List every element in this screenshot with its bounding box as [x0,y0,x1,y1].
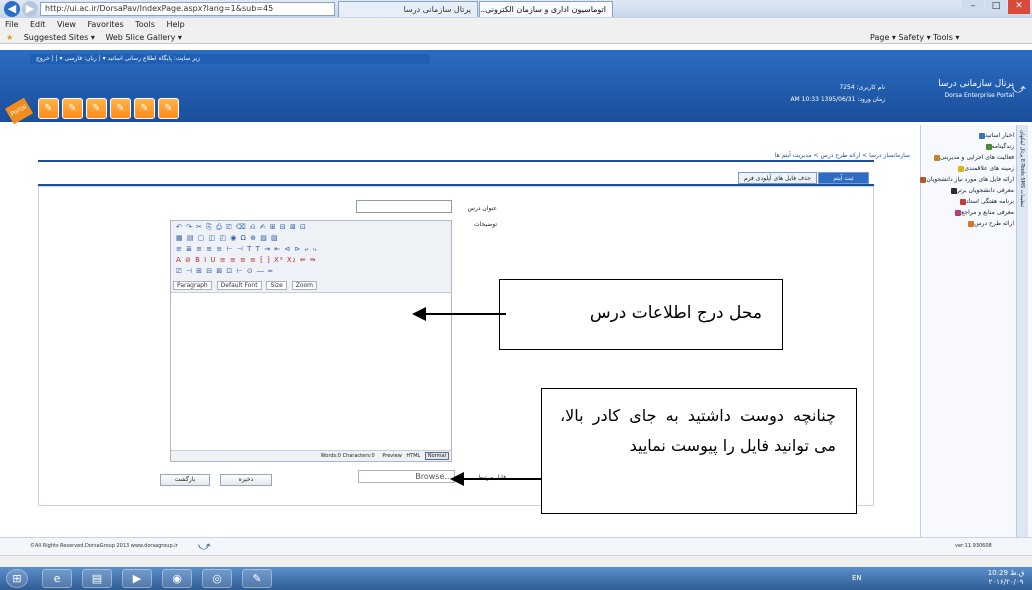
minimize-button[interactable]: – [962,0,984,14]
zoom-select[interactable]: Zoom [291,281,318,290]
menu-bar: File Edit View Favorites Tools Help [0,18,1032,31]
language-indicator[interactable]: EN [852,574,862,582]
stripe-etools[interactable]: E-Tools [1019,159,1025,176]
menu-file[interactable]: File [5,20,18,29]
start-button-icon[interactable]: ⊞ [6,569,28,588]
portal-logo-title: پرتال سازمانی درسا [938,79,1014,89]
paragraph-select[interactable]: Paragraph [173,281,212,290]
module-tab-6[interactable]: ✎ [158,98,179,119]
top-links[interactable]: زیر سایت: پایگاه اطلاع رسانی اساتید ▾ | … [30,54,430,64]
forward-arrow-icon[interactable]: ▶ [22,1,38,17]
address-bar[interactable]: http://ui.ac.ir/DorsaPav/IndexPage.aspx?… [40,2,335,16]
paint-icon[interactable]: ✎ [242,569,272,588]
sidebar-item-biography[interactable]: زندگینامه [984,141,1014,152]
clock[interactable]: 10:29 ق.ظ ۲۰۱۶/۲۰/۰۹ [985,569,1027,588]
description-label: توضیحات [473,221,497,228]
firefox-icon[interactable]: ◉ [162,569,192,588]
preview-mode[interactable]: Preview [382,453,401,459]
stripe-links[interactable]: لینکهای [1019,130,1025,145]
stripe-settings[interactable]: تنظیمات [1019,190,1025,208]
portal-logo-subtitle: Dorsa Enterprise Portal [944,92,1014,99]
login-time: زمان ورود: 1395/06/31 10:33 AM [790,96,885,103]
callout-file-attach: چنانچه دوست داشتید به جای کادر بالا، می … [541,388,857,514]
editor-status-bar: Words:0 Characters:0 Preview HTML Normal [171,450,451,461]
editor-toolbar-row-5[interactable]: ⎚ ⊣ ⊞ ⊟ ⊠ ⊡ ⊢ ⊙ ― ═ [176,267,446,277]
font-select[interactable]: Default Font [216,281,262,290]
media-player-icon[interactable]: ▶ [122,569,152,588]
browser-tab-portal[interactable]: پرتال سازمانی درسا [338,1,478,17]
editor-toolbar-row-4[interactable]: A ⊘ B I U ≡ ≡ ≡ ≡ ⁅ ⁆ X² X₂ ⇚ ⇛ [176,256,446,266]
suggested-sites-link[interactable]: Suggested Sites ▾ [24,33,95,42]
clock-date: ۲۰۱۶/۲۰/۰۹ [988,578,1024,586]
course-title-label: عنوان درس [467,205,497,212]
callout-course-info: محل درج اطلاعات درس [499,279,783,350]
browser-tab-automation[interactable]: اتوماسیون اداری و سازمان الکترونی... [479,1,613,17]
favorites-bar: ★ Suggested Sites ▾ Web Slice Gallery ▾ … [0,31,1032,44]
sidebar-item-interests[interactable]: زمینه های علاقمندی [956,163,1014,174]
breadcrumb-divider [38,160,874,162]
word-count: Words:0 Characters:0 [320,453,375,459]
editor-selects: Paragraph Default Font Size Zoom [173,281,449,292]
user-info: نام کاربری: 7254 زمان ورود: 1395/06/31 1… [720,82,885,108]
module-tab-4[interactable]: ✎ [110,98,131,119]
module-tab-1[interactable]: ✎ [38,98,59,119]
menu-favorites[interactable]: Favorites [88,20,124,29]
maximize-button[interactable]: □ [985,0,1007,14]
sidebar-item-course-plan[interactable]: ارائه طرح درس [966,218,1014,229]
module-tab-5[interactable]: ✎ [134,98,155,119]
back-arrow-icon[interactable]: ◀ [4,1,20,17]
sidebar-item-news[interactable]: اخبار اساتید [977,130,1014,141]
arrow-to-editor [412,307,506,321]
size-select[interactable]: Size [266,281,287,290]
stripe-portal[interactable]: پرتال [1019,147,1025,158]
sidebar-item-top-students[interactable]: معرفی دانشجویان برتر [949,185,1014,196]
clock-time: 10:29 ق.ظ [987,569,1025,577]
sidebar-item-references[interactable]: معرفی منابع و مراجع [953,207,1014,218]
course-title-input[interactable] [356,200,452,213]
copyright-text: ©All Rights Reserved,DorsaGroup 2013 www… [30,543,178,549]
page-tools-menu[interactable]: Page ▾ Safety ▾ Tools ▾ [870,31,959,44]
explorer-icon[interactable]: ▤ [82,569,112,588]
arrow-to-file [450,472,542,486]
portal-logo: پرتال سازمانی درسا Dorsa Enterprise Port… [904,78,1014,108]
tab-save-item[interactable]: ثبت آیتم [818,172,869,184]
sidebar-stripe-labels[interactable]: پرتال لینکهای E-Tools SMS تنظیمات [1017,130,1027,390]
ie-icon[interactable]: e [42,569,72,588]
file-browse-input[interactable]: Browse... [358,470,455,483]
module-tab-2[interactable]: ✎ [62,98,83,119]
editor-toolbar-row-1[interactable]: ↶ ↷ ✂ ⎘ ⎙ ⎚ ⌫ ⎌ ✍ ⊞ ⊟ ⊠ ⊡ [176,223,446,233]
normal-mode[interactable]: Normal [424,452,449,460]
menu-tools[interactable]: Tools [135,20,155,29]
favorites-star-icon[interactable]: ★ [6,33,13,42]
tab-delete-uploads[interactable]: حذف فایل های آپلودی فرم [738,172,817,184]
sidebar-item-activities[interactable]: فعالیت های اجرایی و مدیریتی [932,152,1014,163]
menu-edit[interactable]: Edit [30,20,46,29]
footer-logo-icon: ⤻ [198,539,211,553]
close-button[interactable]: ✕ [1008,0,1030,14]
version-text: ver:11.930608 [955,543,992,549]
save-button[interactable]: ذخیره [220,474,272,486]
sidebar-item-weekly-schedule[interactable]: برنامه هفتگی استاد [958,196,1014,207]
back-button[interactable]: بازگشت [160,474,210,486]
module-tab-3[interactable]: ✎ [86,98,107,119]
web-slice-gallery-link[interactable]: Web Slice Gallery ▾ [105,33,181,42]
menu-help[interactable]: Help [166,20,184,29]
menu-view[interactable]: View [57,20,76,29]
editor-toolbar-row-3[interactable]: ≡ ≣ ≡ ≡ ≡ ⊢ ⊣ T T ⇥ ⇤ ⊲ ⊳ ⤶ ⤷ [176,245,446,255]
stripe-sms[interactable]: SMS [1019,177,1025,188]
chrome-icon[interactable]: ◎ [202,569,232,588]
editor-toolbar-row-2[interactable]: ▦ ▤ ▢ ◫ ◰ ◉ Ω ⊕ ▧ ▨ [176,234,446,244]
sidebar-item-files[interactable]: ارائه فایل های مورد نیاز دانشجویان [918,174,1014,185]
dorsa-logo-icon: ⤻ [1012,82,1026,97]
html-mode[interactable]: HTML [406,453,420,459]
user-name: نام کاربری: 7254 [839,84,885,91]
horizontal-scrollbar[interactable] [0,555,1032,567]
